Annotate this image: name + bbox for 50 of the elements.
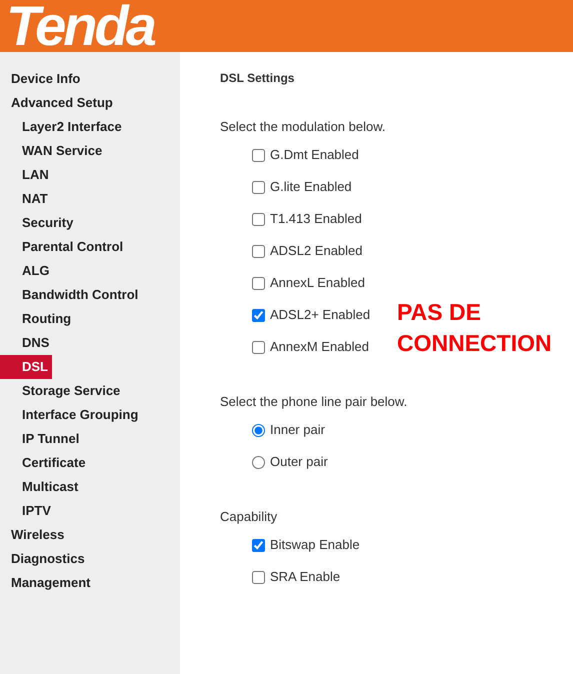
- submenu-item[interactable]: WAN Service: [0, 139, 106, 163]
- submenu-item[interactable]: ALG: [0, 259, 54, 283]
- menu-item[interactable]: Diagnostics: [0, 547, 89, 571]
- menu-item[interactable]: Wireless: [0, 523, 68, 547]
- checkbox[interactable]: [252, 570, 265, 584]
- submenu-item[interactable]: Layer2 Interface: [0, 115, 126, 139]
- submenu-item[interactable]: DNS: [0, 331, 54, 355]
- option-label[interactable]: AnnexM Enabled: [270, 338, 370, 356]
- page-title: DSL Settings: [220, 70, 294, 87]
- annotation-text: PAS DE CONNECTION: [397, 298, 553, 358]
- option-label[interactable]: G.lite Enabled: [270, 178, 352, 196]
- option-label[interactable]: ADSL2 Enabled: [270, 242, 363, 260]
- checkbox[interactable]: [252, 538, 265, 552]
- section-label: Select the phone line pair below.: [220, 393, 408, 411]
- submenu-item[interactable]: IPTV: [0, 499, 55, 523]
- menu-item[interactable]: Advanced Setup: [0, 91, 117, 115]
- checkbox[interactable]: [252, 212, 265, 226]
- submenu-item[interactable]: DSL: [0, 355, 52, 379]
- option-label[interactable]: SRA Enable: [270, 568, 340, 586]
- submenu-item[interactable]: NAT: [0, 187, 52, 211]
- submenu-item[interactable]: Certificate: [0, 451, 90, 475]
- submenu-item[interactable]: IP Tunnel: [0, 427, 84, 451]
- menu-item[interactable]: Device Info: [0, 67, 84, 91]
- submenu-item[interactable]: Security: [0, 211, 78, 235]
- submenu-item[interactable]: Routing: [0, 307, 76, 331]
- option-label[interactable]: Inner pair: [270, 421, 325, 439]
- submenu-item[interactable]: LAN: [0, 163, 53, 187]
- submenu-item[interactable]: Storage Service: [0, 379, 124, 403]
- option-label[interactable]: G.Dmt Enabled: [270, 146, 359, 164]
- checkbox[interactable]: [252, 276, 265, 290]
- option-label[interactable]: ADSL2+ Enabled: [270, 306, 370, 324]
- radio-button[interactable]: [252, 456, 265, 468]
- checkbox[interactable]: [252, 308, 265, 322]
- option-label[interactable]: AnnexL Enabled: [270, 274, 365, 292]
- radio-button[interactable]: [252, 424, 265, 436]
- menu-item[interactable]: Management: [0, 571, 94, 595]
- submenu-item[interactable]: Bandwidth Control: [0, 283, 142, 307]
- option-label[interactable]: T1.413 Enabled: [270, 210, 362, 228]
- logo: Tenda: [6, 0, 154, 52]
- option-label[interactable]: Outer pair: [270, 453, 328, 471]
- section-label: Capability: [220, 508, 278, 526]
- option-label[interactable]: Bitswap Enable: [270, 536, 360, 554]
- submenu-item[interactable]: Interface Grouping: [0, 403, 142, 427]
- checkbox[interactable]: [252, 180, 265, 194]
- section-label: Select the modulation below.: [220, 118, 386, 136]
- checkbox[interactable]: [252, 148, 265, 162]
- checkbox[interactable]: [252, 244, 265, 258]
- checkbox[interactable]: [252, 340, 265, 354]
- submenu-item[interactable]: Parental Control: [0, 235, 128, 259]
- submenu-item[interactable]: Multicast: [0, 475, 82, 499]
